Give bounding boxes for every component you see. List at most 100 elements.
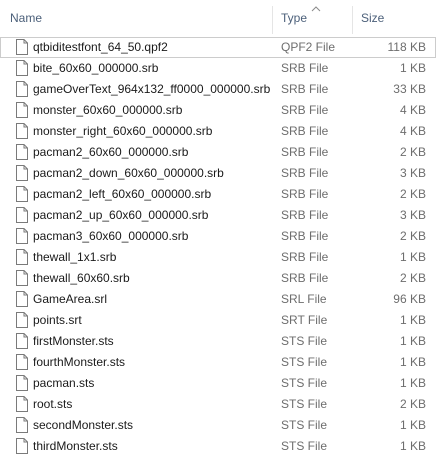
file-row[interactable]: firstMonster.sts STS File 1 KB bbox=[0, 331, 436, 352]
file-row[interactable]: pacman.sts STS File 1 KB bbox=[0, 373, 436, 394]
file-row[interactable]: thewall_1x1.srb SRB File 1 KB bbox=[0, 247, 436, 268]
file-type: STS File bbox=[281, 397, 328, 411]
file-rows: qtbiditestfont_64_50.qpf2 QPF2 File 118 KB… bbox=[0, 37, 436, 457]
file-size: 1 KB bbox=[399, 355, 426, 369]
file-row[interactable]: qtbiditestfont_64_50.qpf2 QPF2 File 118 KB bbox=[0, 37, 436, 58]
file-row[interactable]: secondMonster.sts STS File 1 KB bbox=[0, 415, 436, 436]
file-size: 1 KB bbox=[399, 61, 426, 75]
file-icon bbox=[16, 270, 28, 286]
file-name: firstMonster.sts bbox=[33, 334, 114, 348]
file-icon bbox=[16, 165, 28, 181]
file-type: QPF2 File bbox=[281, 40, 336, 54]
file-icon bbox=[16, 207, 28, 223]
file-row[interactable]: pacman2_60x60_000000.srb SRB File 2 KB bbox=[0, 142, 436, 163]
file-size: 4 KB bbox=[399, 103, 426, 117]
file-size: 3 KB bbox=[399, 208, 426, 222]
file-name: pacman2_60x60_000000.srb bbox=[33, 145, 189, 159]
file-name: monster_60x60_000000.srb bbox=[33, 103, 183, 117]
file-row[interactable]: pacman2_down_60x60_000000.srb SRB File 3 K… bbox=[0, 163, 436, 184]
file-size: 2 KB bbox=[399, 397, 426, 411]
file-type: SRB File bbox=[281, 61, 329, 75]
file-name: points.srt bbox=[33, 313, 82, 327]
file-icon bbox=[16, 81, 28, 97]
file-row[interactable]: points.srt SRT File 1 KB bbox=[0, 310, 436, 331]
file-row[interactable]: bite_60x60_000000.srb SRB File 1 KB bbox=[0, 58, 436, 79]
file-row[interactable]: gameOverText_964x132_ff0000_000000.srb SR… bbox=[0, 79, 436, 100]
file-name: root.sts bbox=[33, 397, 73, 411]
file-size: 2 KB bbox=[399, 145, 426, 159]
column-header-name[interactable]: Name bbox=[0, 0, 272, 37]
file-icon bbox=[16, 249, 28, 265]
file-type: SRL File bbox=[281, 292, 327, 306]
file-name: qtbiditestfont_64_50.qpf2 bbox=[33, 40, 168, 54]
file-type: SRB File bbox=[281, 271, 329, 285]
file-type: SRT File bbox=[281, 313, 328, 327]
file-icon bbox=[16, 291, 28, 307]
file-row[interactable]: pacman2_left_60x60_000000.srb SRB File 2 K… bbox=[0, 184, 436, 205]
file-type: SRB File bbox=[281, 82, 329, 96]
file-type: STS File bbox=[281, 334, 328, 348]
file-row[interactable]: thewall_60x60.srb SRB File 2 KB bbox=[0, 268, 436, 289]
file-row[interactable]: pacman3_60x60_000000.srb SRB File 2 KB bbox=[0, 226, 436, 247]
file-row[interactable]: fourthMonster.sts STS File 1 KB bbox=[0, 352, 436, 373]
file-icon bbox=[16, 102, 28, 118]
file-icon bbox=[16, 186, 28, 202]
column-header-bar: Name Type Size bbox=[0, 0, 436, 38]
file-type: STS File bbox=[281, 439, 328, 453]
file-name: pacman2_down_60x60_000000.srb bbox=[33, 166, 224, 180]
file-icon bbox=[16, 228, 28, 244]
file-type: SRB File bbox=[281, 166, 329, 180]
file-name: thewall_1x1.srb bbox=[33, 250, 117, 264]
file-type: STS File bbox=[281, 418, 328, 432]
file-size: 1 KB bbox=[399, 334, 426, 348]
file-name: GameArea.srl bbox=[33, 292, 108, 306]
file-icon bbox=[16, 396, 28, 412]
file-type: STS File bbox=[281, 355, 328, 369]
file-type: SRB File bbox=[281, 145, 329, 159]
file-size: 118 KB bbox=[387, 40, 426, 54]
file-row[interactable]: root.sts STS File 2 KB bbox=[0, 394, 436, 415]
file-row[interactable]: pacman2_up_60x60_000000.srb SRB File 3 KB bbox=[0, 205, 436, 226]
file-row[interactable]: monster_60x60_000000.srb SRB File 4 KB bbox=[0, 100, 436, 121]
file-name: pacman2_up_60x60_000000.srb bbox=[33, 208, 209, 222]
file-size: 1 KB bbox=[399, 418, 426, 432]
file-icon bbox=[16, 375, 28, 391]
file-size: 96 KB bbox=[393, 292, 426, 306]
file-icon bbox=[16, 312, 28, 328]
file-icon bbox=[16, 39, 28, 55]
file-type: SRB File bbox=[281, 208, 329, 222]
file-type: SRB File bbox=[281, 187, 329, 201]
file-row[interactable]: thirdMonster.sts STS File 1 KB bbox=[0, 436, 436, 457]
column-header-size[interactable]: Size bbox=[352, 0, 436, 37]
file-type: STS File bbox=[281, 376, 328, 390]
file-row[interactable]: GameArea.srl SRL File 96 KB bbox=[0, 289, 436, 310]
file-icon bbox=[16, 60, 28, 76]
file-size: 2 KB bbox=[399, 187, 426, 201]
file-size: 1 KB bbox=[399, 376, 426, 390]
file-name: gameOverText_964x132_ff0000_000000.srb bbox=[33, 82, 271, 96]
file-name: pacman.sts bbox=[33, 376, 95, 390]
file-row[interactable]: monster_right_60x60_000000.srb SRB File 4 … bbox=[0, 121, 436, 142]
file-icon bbox=[16, 438, 28, 454]
file-size: 1 KB bbox=[399, 439, 426, 453]
file-size: 1 KB bbox=[399, 313, 426, 327]
column-header-type[interactable]: Type bbox=[272, 0, 352, 37]
file-icon bbox=[16, 123, 28, 139]
file-type: SRB File bbox=[281, 124, 329, 138]
file-size: 2 KB bbox=[399, 271, 426, 285]
file-list-pane: Name Type Size qtbiditestfont_64_50.qpf2… bbox=[0, 0, 436, 463]
file-icon bbox=[16, 144, 28, 160]
file-size: 1 KB bbox=[399, 250, 426, 264]
file-size: 4 KB bbox=[399, 124, 426, 138]
file-type: SRB File bbox=[281, 250, 329, 264]
file-size: 33 KB bbox=[393, 82, 426, 96]
file-icon bbox=[16, 417, 28, 433]
file-name: monster_right_60x60_000000.srb bbox=[33, 124, 213, 138]
file-type: SRB File bbox=[281, 229, 329, 243]
file-name: fourthMonster.sts bbox=[33, 355, 126, 369]
file-name: secondMonster.sts bbox=[33, 418, 134, 432]
file-type: SRB File bbox=[281, 103, 329, 117]
file-icon bbox=[16, 354, 28, 370]
file-size: 2 KB bbox=[399, 229, 426, 243]
file-name: bite_60x60_000000.srb bbox=[33, 61, 159, 75]
